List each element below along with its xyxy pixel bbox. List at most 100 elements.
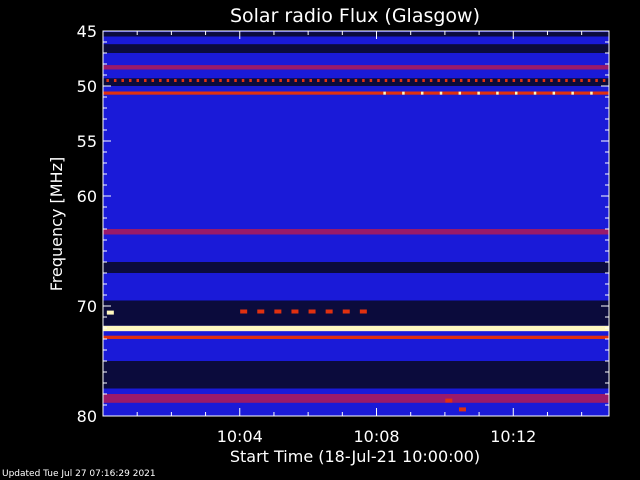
heatmap-band <box>103 91 609 95</box>
y-tick-label: 60 <box>77 187 97 206</box>
heatmap-dot <box>602 79 606 82</box>
heatmap-band <box>103 108 609 141</box>
heatmap-dot <box>444 79 448 82</box>
heatmap-dot <box>264 79 267 82</box>
heatmap-band <box>103 273 609 301</box>
heatmap-band <box>103 94 609 108</box>
heatmap-dot <box>414 79 418 82</box>
plot-area <box>103 31 609 416</box>
heatmap-dot <box>339 79 343 82</box>
heatmap-burst <box>274 309 282 314</box>
heatmap-dot <box>429 79 433 82</box>
heatmap-dot <box>362 79 365 82</box>
x-tick-label: 10:08 <box>353 427 399 446</box>
x-tick-label: 10:12 <box>490 427 536 446</box>
heatmap-dot <box>422 79 425 82</box>
heatmap-dot <box>590 91 593 95</box>
heatmap-dot <box>392 79 395 82</box>
heatmap-burst <box>458 407 466 412</box>
heatmap-dot <box>565 79 568 82</box>
heatmap-dot <box>482 79 485 82</box>
heatmap-dot <box>474 79 478 82</box>
heatmap-dot <box>294 79 297 82</box>
heatmap-dot <box>196 79 200 82</box>
heatmap-band <box>103 36 609 45</box>
heatmap-dot <box>587 79 591 82</box>
heatmap-dot <box>181 79 185 82</box>
heatmap-dot <box>550 79 553 82</box>
heatmap-band <box>103 234 609 262</box>
heatmap-dot <box>496 91 499 95</box>
heatmap-dot <box>354 79 358 82</box>
heatmap-band <box>103 394 609 403</box>
heatmap-dot <box>467 79 470 82</box>
heatmap-dot <box>317 79 320 82</box>
x-tick-label: 10:04 <box>217 427 263 446</box>
heatmap-dot <box>497 79 501 82</box>
heatmap-dot <box>234 79 237 82</box>
heatmap-dot <box>324 79 328 82</box>
heatmap-band <box>103 53 609 66</box>
y-tick-label: 50 <box>77 77 97 96</box>
heatmap-dot <box>279 79 282 82</box>
heatmap-dot <box>572 79 576 82</box>
heatmap-burst <box>291 309 299 314</box>
heatmap-band <box>103 229 609 235</box>
heatmap-dot <box>174 79 177 82</box>
heatmap-dot <box>377 79 380 82</box>
heatmap-dot <box>241 79 245 82</box>
heatmap-dot <box>332 79 335 82</box>
heatmap-band <box>103 335 609 339</box>
heatmap-dot <box>542 79 546 82</box>
heatmap-dot <box>121 79 124 82</box>
heatmap-band <box>103 69 609 79</box>
spectrogram-figure: Solar radio Flux (Glasgow) 45 50 55 60 70 80 1… <box>0 0 640 480</box>
y-tick-label: 70 <box>77 297 97 316</box>
heatmap-dot <box>580 79 583 82</box>
heatmap-dot <box>490 79 493 82</box>
heatmap-dot <box>533 91 537 95</box>
heatmap-band <box>103 325 609 332</box>
updated-timestamp: Updated Tue Jul 27 07:16:29 2021 <box>2 469 156 479</box>
heatmap-band <box>103 300 609 326</box>
heatmap-dot <box>204 79 207 82</box>
heatmap-dot <box>384 79 388 82</box>
heatmap-burst <box>325 309 333 314</box>
spectrogram-chart: Solar radio Flux (Glasgow) 45 50 55 60 70 80 1… <box>47 5 610 466</box>
heatmap-dot <box>369 79 373 82</box>
heatmap-dot <box>128 79 132 82</box>
heatmap-burst <box>240 309 248 314</box>
heatmap-burst <box>257 309 265 314</box>
y-tick-label: 55 <box>77 132 97 151</box>
heatmap-dot <box>512 79 516 82</box>
heatmap-band <box>103 262 609 273</box>
heatmap-dot <box>144 79 147 82</box>
heatmap-burst <box>359 309 367 314</box>
heatmap-band <box>103 339 609 361</box>
heatmap-dot <box>505 79 508 82</box>
heatmap-dot <box>459 79 463 82</box>
heatmap-band <box>103 185 609 229</box>
heatmap-dot <box>437 79 440 82</box>
heatmap-band <box>103 65 609 70</box>
y-tick-label: 45 <box>77 22 97 41</box>
heatmap-band <box>103 44 609 53</box>
heatmap-dot <box>271 79 275 82</box>
heatmap-burst <box>342 309 350 314</box>
heatmap-dot <box>407 79 410 82</box>
heatmap-band <box>103 86 609 92</box>
heatmap-dot <box>211 79 215 82</box>
heatmap-dot <box>286 79 290 82</box>
heatmap-dot <box>420 91 424 95</box>
heatmap-band <box>103 141 609 185</box>
heatmap-band <box>103 331 609 336</box>
heatmap-dot <box>301 79 305 82</box>
heatmap-dot <box>159 79 162 82</box>
heatmap-dot <box>166 79 170 82</box>
y-axis-label: Frequency [MHz] <box>47 157 66 291</box>
heatmap-dot <box>439 91 443 95</box>
heatmap-dot <box>136 79 140 82</box>
heatmap-dot <box>571 91 574 95</box>
heatmap-dot <box>557 79 561 82</box>
heatmap-dot <box>113 79 117 82</box>
